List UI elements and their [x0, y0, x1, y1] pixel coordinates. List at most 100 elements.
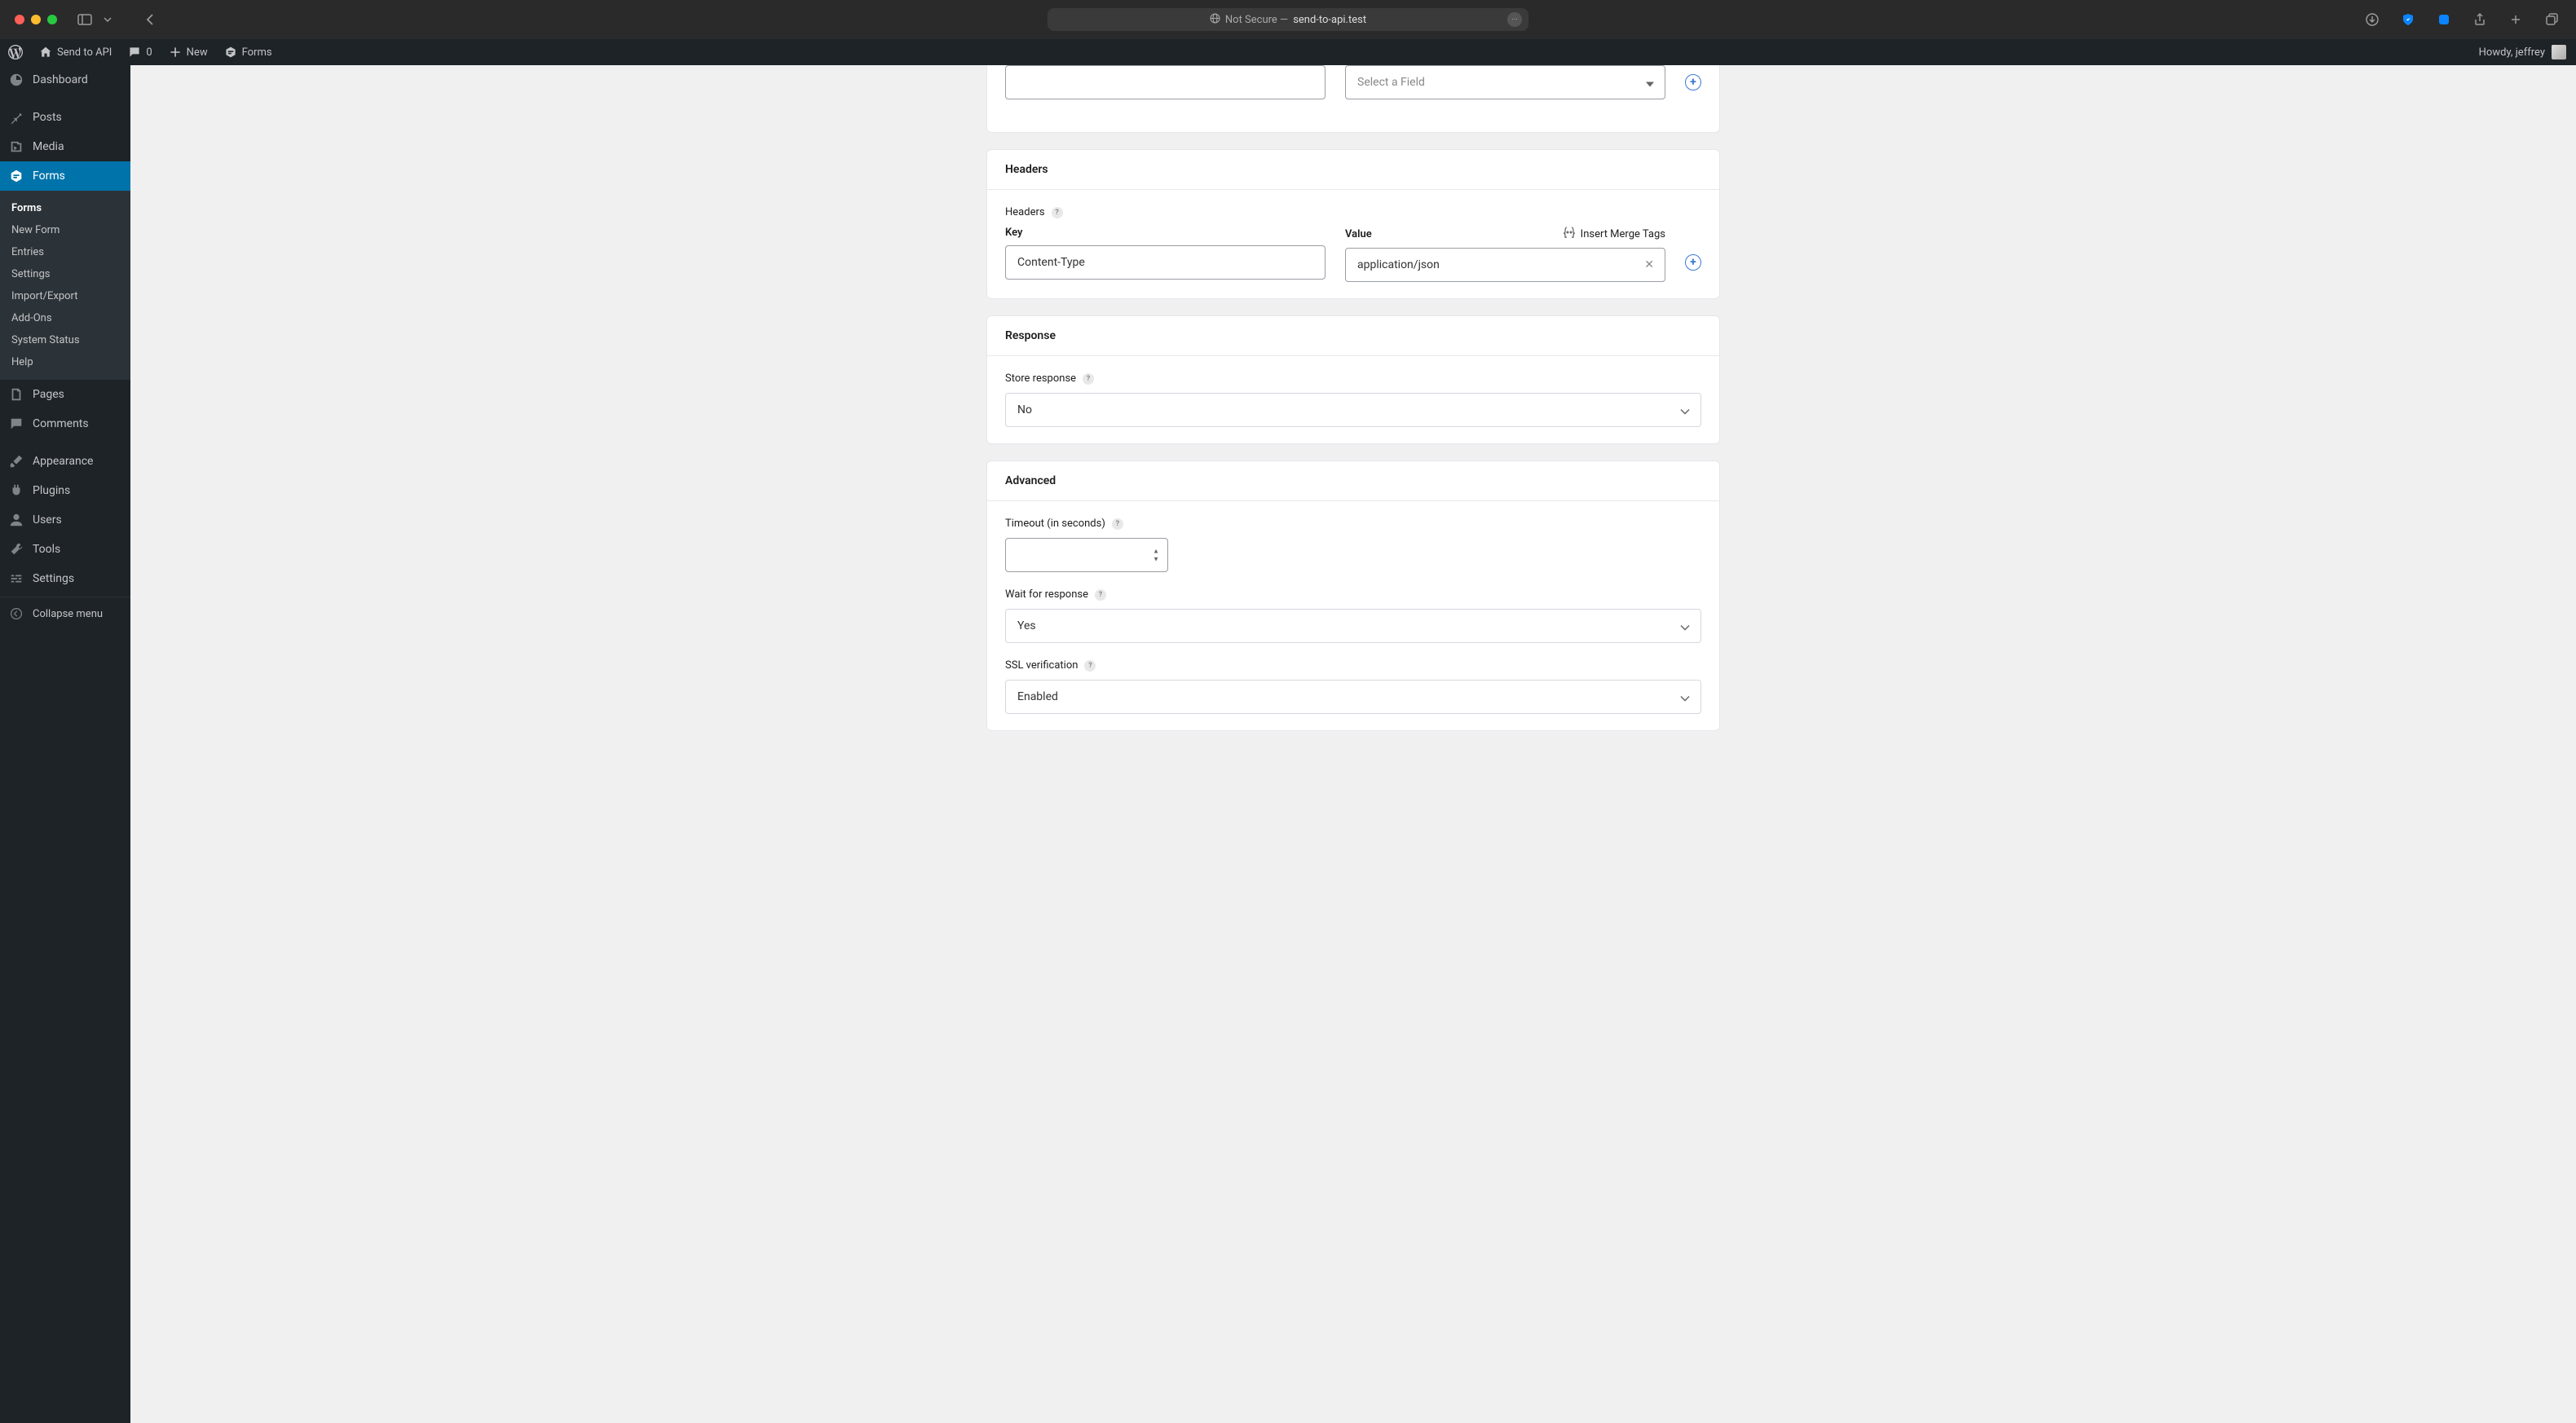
- wrench-icon: [8, 541, 24, 557]
- privacy-shield-icon[interactable]: [2398, 10, 2418, 29]
- sidebar-toggle-group: [75, 10, 117, 29]
- user-account-menu[interactable]: Howdy, jeffrey: [2479, 45, 2576, 59]
- new-content-link[interactable]: New: [161, 39, 216, 65]
- sliders-icon: [8, 571, 24, 587]
- ssl-label: SSL verification ?: [1005, 659, 1701, 672]
- chrome-right-controls: [2362, 10, 2561, 29]
- new-content-label: New: [187, 46, 208, 59]
- user-icon: [8, 512, 24, 528]
- stepper-down-icon: ▼: [1153, 556, 1159, 563]
- header-key-input[interactable]: [1005, 245, 1325, 280]
- comments-count: 0: [146, 46, 152, 59]
- submenu-item-help[interactable]: Help: [0, 351, 130, 373]
- timeout-input[interactable]: [1017, 539, 1156, 571]
- pages-icon: [8, 386, 24, 403]
- submenu-item-import-export[interactable]: Import/Export: [0, 285, 130, 307]
- merge-tags-icon: [1563, 227, 1576, 241]
- wait-label: Wait for response ?: [1005, 588, 1701, 601]
- sidebar-item-posts[interactable]: Posts: [0, 103, 130, 132]
- timeout-number-input[interactable]: ▲ ▼: [1005, 538, 1168, 572]
- submenu-item-system-status[interactable]: System Status: [0, 329, 130, 351]
- help-icon[interactable]: ?: [1095, 589, 1106, 601]
- sidebar-item-tools[interactable]: Tools: [0, 535, 130, 564]
- collapse-label: Collapse menu: [33, 608, 103, 620]
- field-mapping-panel: Select a Field +: [986, 65, 1720, 133]
- header-value-input[interactable]: [1345, 248, 1665, 282]
- sidebar-icon[interactable]: [75, 10, 95, 29]
- collapse-menu-button[interactable]: Collapse menu: [0, 597, 130, 630]
- brush-icon: [8, 453, 24, 469]
- headers-panel-title: Headers: [987, 150, 1719, 190]
- sidebar-item-settings[interactable]: Settings: [0, 564, 130, 593]
- sidebar-item-plugins[interactable]: Plugins: [0, 476, 130, 505]
- extension-icon[interactable]: [2434, 10, 2454, 29]
- sidebar-item-media[interactable]: Media: [0, 132, 130, 161]
- wordpress-icon: [8, 45, 23, 59]
- wp-logo-menu[interactable]: [0, 39, 31, 65]
- pin-icon: [8, 109, 24, 126]
- insert-merge-tags-button[interactable]: Insert Merge Tags: [1563, 227, 1665, 241]
- help-icon[interactable]: ?: [1084, 660, 1096, 672]
- sidebar-item-label: Comments: [33, 417, 89, 430]
- field-select[interactable]: Select a Field: [1345, 65, 1665, 99]
- add-header-button[interactable]: +: [1685, 254, 1701, 271]
- sidebar-item-label: Dashboard: [33, 73, 88, 86]
- site-name-link[interactable]: Send to API: [31, 39, 120, 65]
- comments-icon: [8, 416, 24, 432]
- url-security-label: Not Secure —: [1225, 14, 1288, 26]
- store-response-select[interactable]: No: [1005, 393, 1701, 427]
- sidebar-submenu: Forms New Form Entries Settings Import/E…: [0, 191, 130, 380]
- wait-response-select[interactable]: Yes: [1005, 609, 1701, 643]
- chevron-down-icon[interactable]: [98, 10, 117, 29]
- globe-icon: [1210, 13, 1220, 27]
- admin-sidebar: Dashboard Posts Media Forms Forms New Fo…: [0, 65, 130, 1423]
- sidebar-item-users[interactable]: Users: [0, 505, 130, 535]
- url-more-icon[interactable]: ···: [1507, 12, 1522, 27]
- add-row-button[interactable]: +: [1685, 74, 1701, 90]
- help-icon[interactable]: ?: [1083, 373, 1094, 385]
- sidebar-item-label: Users: [33, 513, 62, 526]
- sidebar-item-label: Plugins: [33, 484, 70, 497]
- number-stepper[interactable]: ▲ ▼: [1153, 548, 1159, 563]
- back-button[interactable]: [140, 10, 160, 29]
- submenu-item-new-form[interactable]: New Form: [0, 219, 130, 241]
- gravity-forms-label: Forms: [242, 46, 272, 59]
- sidebar-item-dashboard[interactable]: Dashboard: [0, 65, 130, 95]
- new-tab-icon[interactable]: [2506, 10, 2525, 29]
- plugin-icon: [8, 482, 24, 499]
- minimize-window-button[interactable]: [31, 15, 41, 24]
- stepper-up-icon: ▲: [1153, 548, 1159, 555]
- help-icon[interactable]: ?: [1112, 518, 1123, 530]
- advanced-panel-title: Advanced: [987, 461, 1719, 501]
- submenu-item-entries[interactable]: Entries: [0, 241, 130, 263]
- comments-link[interactable]: 0: [120, 39, 160, 65]
- clear-input-icon[interactable]: ✕: [1644, 258, 1654, 271]
- gravity-forms-link[interactable]: Forms: [216, 39, 280, 65]
- close-window-button[interactable]: [15, 15, 24, 24]
- download-icon[interactable]: [2362, 10, 2382, 29]
- headers-panel: Headers Headers ? Key: [986, 149, 1720, 299]
- submenu-item-addons[interactable]: Add-Ons: [0, 307, 130, 329]
- sidebar-item-forms[interactable]: Forms: [0, 161, 130, 191]
- sidebar-item-label: Settings: [33, 572, 74, 585]
- tabs-overview-icon[interactable]: [2542, 10, 2561, 29]
- field-key-input[interactable]: [1005, 65, 1325, 99]
- submenu-item-settings[interactable]: Settings: [0, 263, 130, 285]
- sidebar-item-comments[interactable]: Comments: [0, 409, 130, 438]
- submenu-item-forms[interactable]: Forms: [0, 197, 130, 219]
- dashboard-icon: [8, 72, 24, 88]
- window-controls: [15, 15, 57, 24]
- sidebar-item-pages[interactable]: Pages: [0, 380, 130, 409]
- url-bar[interactable]: Not Secure — send-to-api.test ···: [1048, 8, 1528, 31]
- collapse-icon: [8, 606, 24, 622]
- url-text: send-to-api.test: [1293, 14, 1366, 26]
- home-icon: [39, 46, 52, 59]
- sidebar-item-appearance[interactable]: Appearance: [0, 447, 130, 476]
- timeout-label: Timeout (in seconds) ?: [1005, 518, 1701, 530]
- help-icon[interactable]: ?: [1052, 207, 1063, 218]
- store-response-label: Store response ?: [1005, 372, 1701, 385]
- share-icon[interactable]: [2470, 10, 2490, 29]
- howdy-label: Howdy, jeffrey: [2479, 46, 2545, 59]
- maximize-window-button[interactable]: [47, 15, 57, 24]
- ssl-verification-select[interactable]: Enabled: [1005, 680, 1701, 714]
